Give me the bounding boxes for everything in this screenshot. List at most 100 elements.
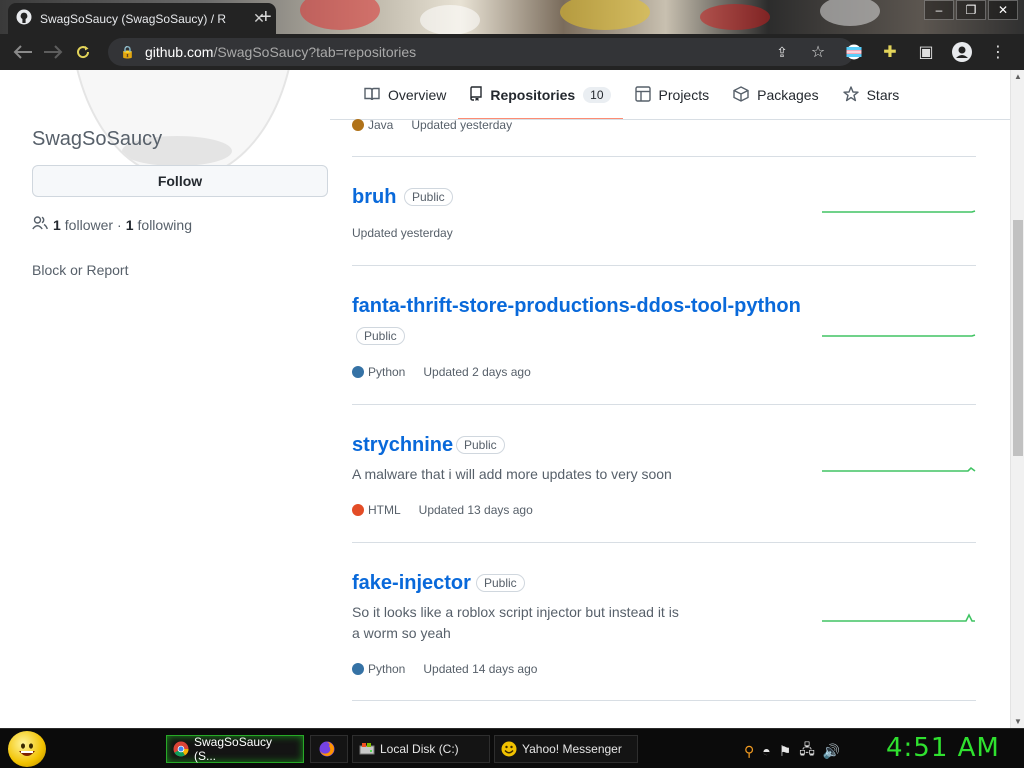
taskbar-local-disk[interactable]: Local Disk (C:) [352,735,490,763]
bookmark-star-icon[interactable]: ☆ [805,39,831,65]
browser-tab[interactable]: SwagSoSaucy (SwagSoSaucy) / R ✕ [8,3,276,34]
activity-sparkline [822,466,976,472]
follow-button[interactable]: Follow [32,165,328,197]
tab-overview[interactable]: Overview [352,70,458,120]
firefox-icon [319,741,335,757]
taskbar-yahoo-messenger[interactable]: Yahoo! Messenger [494,735,638,763]
repo-updated: Updated 14 days ago [423,662,538,676]
browser-title-bar: SwagSoSaucy (SwagSoSaucy) / R ✕ + – ❐ ✕ [0,0,1024,34]
profile-username: SwagSoSaucy [32,128,163,150]
search-icon[interactable]: ⚲ [744,743,754,760]
taskbar-task-label: SwagSoSaucy (S... [194,735,273,763]
book-icon [364,87,380,104]
followers-count[interactable]: 1 [53,217,61,233]
maximize-button[interactable]: ❐ [956,0,986,20]
repo-name-link[interactable]: fake-injector [352,572,471,595]
repo-name-link[interactable]: fanta-thrift-store-productions-ddos-tool… [352,295,801,318]
repo-language: HTML [368,503,401,517]
profile-nav-tabs: Overview Repositories 10 Projects Packag… [352,70,911,120]
avatar[interactable] [70,70,296,180]
repo-language: Python [368,365,406,379]
tab-title: SwagSoSaucy (SwagSoSaucy) / R [40,11,227,26]
repo-divider [352,542,976,543]
followers-info: 1 follower · 1 following [32,216,192,233]
extension-flag-icon[interactable] [841,39,867,65]
start-button[interactable] [8,731,46,767]
menu-kebab-icon[interactable]: ⋮ [985,39,1011,65]
profile-avatar-icon[interactable] [949,39,975,65]
language-color-dot [352,504,364,516]
scroll-up-arrow-icon[interactable]: ▲ [1014,72,1022,81]
tab-projects[interactable]: Projects [623,70,722,120]
repo-updated: Updated 13 days ago [418,503,533,517]
os-taskbar: SwagSoSaucy (S... Local Disk (C:) Yahoo!… [0,728,1024,768]
share-icon[interactable]: ⇪ [769,39,795,65]
language-color-dot [352,119,364,131]
forward-icon[interactable] [40,39,66,65]
activity-sparkline [822,613,975,622]
scroll-down-arrow-icon[interactable]: ▼ [1014,717,1022,726]
new-tab-button[interactable]: + [260,6,280,29]
taskbar-clock[interactable]: 4:51 AM [886,733,1000,763]
repo-meta: Python Updated 14 days ago [352,662,537,676]
repo-meta: HTML Updated 13 days ago [352,503,533,517]
separator-dot: · [117,216,122,233]
repo-meta: Python Updated 2 days ago [352,365,531,379]
repo-description: A malware that i will add more updates t… [352,466,672,482]
tab-stars[interactable]: Stars [831,70,912,120]
minimize-button[interactable]: – [924,0,954,20]
repo-updated: Updated yesterday [352,226,453,240]
visibility-badge: Public [356,327,405,345]
action-center-flag-icon[interactable]: ⚑ [779,743,792,760]
repo-divider [352,404,976,405]
repo-name-link[interactable]: bruh [352,186,396,209]
page-scrollbar[interactable]: ▲ ▼ [1010,70,1024,728]
scrollbar-thumb[interactable] [1013,220,1023,456]
window-controls: – ❐ ✕ [922,0,1018,20]
drive-icon [359,741,375,757]
tab-repositories[interactable]: Repositories 10 [458,70,623,120]
messenger-tray-icon[interactable]: ◓ [762,743,770,759]
following-count[interactable]: 1 [126,217,134,233]
address-bar[interactable]: 🔒 github.com/SwagSoSaucy?tab=repositorie… [108,38,854,66]
system-tray: ⚲ ◓ ⚑ 🖧 🔊 [744,739,848,763]
url-path: /SwagSoSaucy?tab=repositories [213,44,417,60]
tab-projects-label: Projects [658,87,710,103]
repo-updated: Updated 2 days ago [423,365,531,379]
star-icon [842,85,859,105]
github-profile-page: SwagSoSaucy Follow 1 follower · 1 follow… [0,70,1010,728]
back-icon[interactable] [10,39,36,65]
visibility-badge: Public [404,188,453,206]
people-icon [32,216,48,233]
taskbar-chrome-window[interactable]: SwagSoSaucy (S... [166,735,304,763]
language-color-dot [352,366,364,378]
tab-repositories-label: Repositories [490,87,576,103]
table-icon [634,85,651,105]
activity-sparkline [822,210,976,213]
github-favicon-icon [16,9,32,28]
repo-name-link[interactable]: strychnine [352,434,453,457]
taskbar-firefox[interactable] [310,735,348,763]
block-or-report-link[interactable]: Block or Report [32,262,128,278]
close-window-button[interactable]: ✕ [988,0,1018,20]
taskbar-task-label: Yahoo! Messenger [522,742,622,756]
volume-icon[interactable]: 🔊 [823,743,840,760]
repo-meta: Updated yesterday [352,226,453,240]
followers-link[interactable]: follower [65,217,113,233]
repo-meta-java: Java Updated yesterday [352,118,512,132]
tab-packages[interactable]: Packages [721,70,830,120]
lock-icon: 🔒 [120,45,135,59]
extensions-puzzle-icon[interactable]: ✚ [877,39,903,65]
reload-icon[interactable] [70,39,96,65]
repo-language: Python [368,662,406,676]
visibility-badge: Public [456,436,505,454]
side-panel-icon[interactable]: ▣ [913,39,939,65]
activity-sparkline [822,334,976,337]
repo-divider [352,700,976,701]
tab-stars-label: Stars [866,87,900,103]
network-icon[interactable]: 🖧 [799,739,815,763]
taskbar-task-label: Local Disk (C:) [380,742,459,756]
following-link[interactable]: following [138,217,192,233]
browser-toolbar: 🔒 github.com/SwagSoSaucy?tab=repositorie… [0,34,1024,70]
language-color-dot [352,663,364,675]
